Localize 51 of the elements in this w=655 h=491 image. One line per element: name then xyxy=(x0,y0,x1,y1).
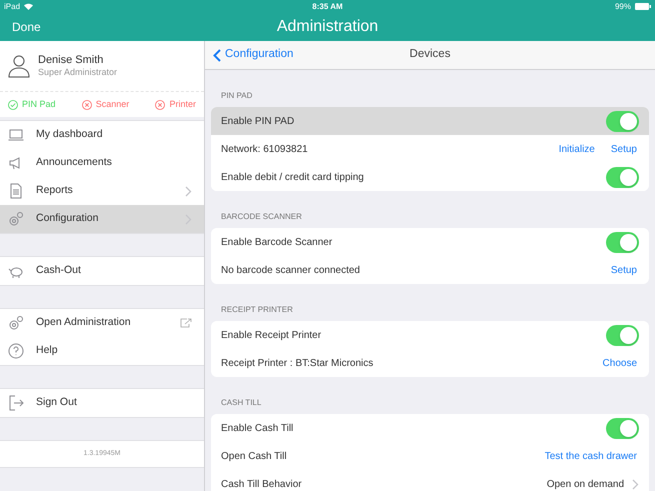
toggle-switch[interactable] xyxy=(606,232,639,252)
toggle-switch[interactable] xyxy=(606,166,639,188)
clock: 8:35 AM xyxy=(312,0,343,12)
gears-icon xyxy=(8,315,24,331)
section-header: RECEIPT PRINTER xyxy=(220,304,294,316)
device-status: PIN Pad xyxy=(22,98,56,111)
sign-out-icon xyxy=(8,395,24,411)
row-label: Receipt Printer : BT:Star Micronics xyxy=(221,356,374,370)
action-link[interactable]: Test the cash drawer xyxy=(544,448,637,464)
laptop-icon xyxy=(8,127,24,143)
row-label: Enable Receipt Printer xyxy=(221,328,322,342)
section-header: CASH TILL xyxy=(220,397,262,409)
section-header: PIN PAD xyxy=(220,90,254,102)
row-label: Enable debit / credit card tipping xyxy=(221,170,365,184)
user-role: Super Administrator xyxy=(38,67,118,78)
row-value: Open on demand xyxy=(546,478,624,491)
share-icon xyxy=(180,318,192,328)
action-link[interactable]: Setup xyxy=(610,142,637,156)
chevron-icon xyxy=(632,478,639,490)
toggle-switch[interactable] xyxy=(606,324,639,346)
toggle-switch[interactable] xyxy=(606,418,639,438)
row-label: Enable PIN PAD xyxy=(221,114,296,128)
user-name: Denise Smith xyxy=(38,54,104,68)
row-label: Enable Cash Till xyxy=(221,422,294,436)
toggle-switch[interactable] xyxy=(606,110,639,132)
row-label: Network: 61093821 xyxy=(221,142,309,156)
row-label: No barcode scanner connected xyxy=(221,264,361,278)
wifi-icon xyxy=(24,3,34,10)
document-icon xyxy=(8,183,24,199)
action-link[interactable]: Setup xyxy=(610,262,637,278)
row-label: Enable Barcode Scanner xyxy=(221,236,334,250)
help-icon xyxy=(8,343,24,359)
action-link[interactable]: Initialize xyxy=(558,142,595,156)
device-status: Scanner xyxy=(96,98,130,111)
device-status: Printer xyxy=(169,98,196,111)
user-avatar-icon xyxy=(8,54,30,78)
window-title: Administration xyxy=(276,17,378,37)
page-title: Devices xyxy=(410,47,450,62)
gears-icon xyxy=(8,211,24,227)
back-chevron-icon xyxy=(213,48,221,62)
row-label: Open Cash Till xyxy=(221,450,288,464)
row-label: Cash Till Behavior xyxy=(221,478,303,491)
settings-row[interactable]: Cash Till Behavior Open on demand xyxy=(211,470,649,491)
battery-level: 99% xyxy=(614,0,631,12)
back-button[interactable]: Configuration xyxy=(213,46,294,64)
chevron-icon xyxy=(185,186,192,196)
section-header: BARCODE SCANNER xyxy=(220,211,303,223)
menu-item[interactable]: Configuration xyxy=(0,205,204,233)
action-link[interactable]: Choose xyxy=(602,356,637,370)
battery-icon xyxy=(634,3,651,10)
device-name: iPad xyxy=(4,0,20,12)
